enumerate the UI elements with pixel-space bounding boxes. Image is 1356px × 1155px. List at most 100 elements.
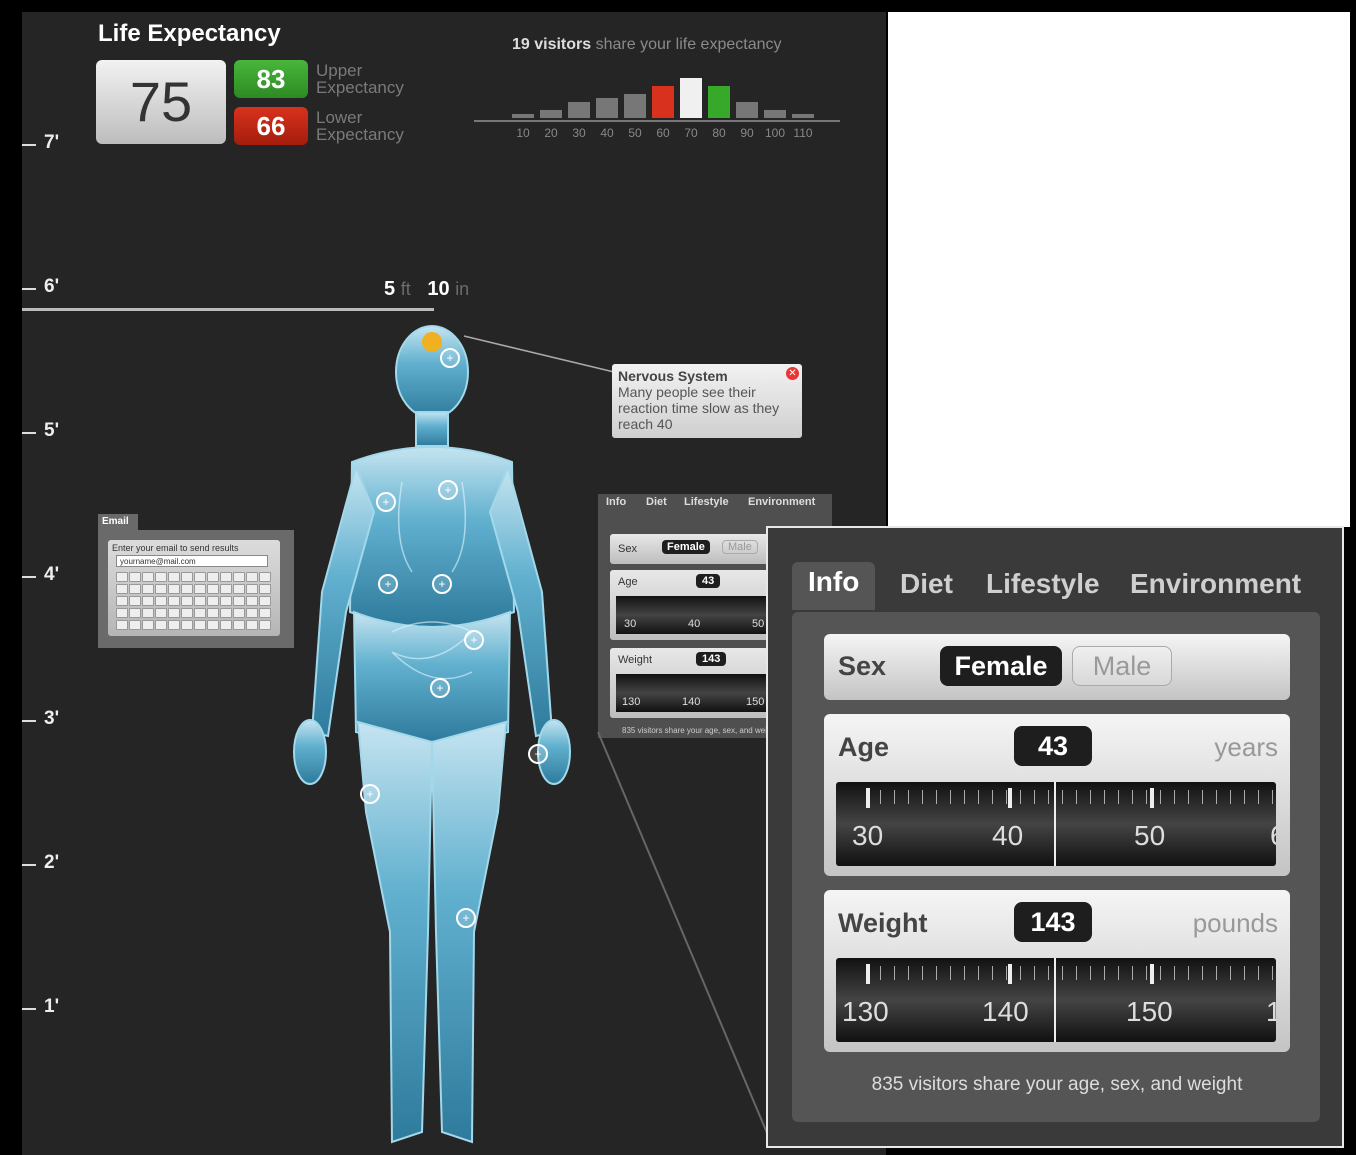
keyboard-key[interactable] — [181, 596, 193, 606]
plus-hotspot-icon[interactable]: + — [376, 492, 396, 512]
keyboard-key[interactable] — [259, 608, 271, 618]
tab-lifestyle[interactable]: Lifestyle — [684, 496, 729, 508]
keyboard-key[interactable] — [246, 608, 258, 618]
keyboard-key[interactable] — [220, 608, 232, 618]
male-toggle[interactable]: Male — [722, 540, 758, 554]
keyboard-key[interactable] — [116, 572, 128, 582]
keyboard-key[interactable] — [116, 608, 128, 618]
keyboard-key[interactable] — [233, 572, 245, 582]
keyboard-key[interactable] — [233, 620, 245, 630]
keyboard-key[interactable] — [129, 608, 141, 618]
ruler-label: 2' — [44, 852, 60, 873]
keyboard-key[interactable] — [142, 620, 154, 630]
keyboard-key[interactable] — [129, 596, 141, 606]
keyboard-key[interactable] — [233, 596, 245, 606]
tab-environment[interactable]: Environment — [748, 496, 815, 508]
plus-hotspot-icon[interactable]: + — [378, 574, 398, 594]
keyboard-key[interactable] — [181, 572, 193, 582]
keyboard-key[interactable] — [168, 596, 180, 606]
weight-slider[interactable]: 130 140 150 1 — [836, 958, 1276, 1042]
email-field[interactable]: yourname@mail.com — [116, 555, 268, 567]
keyboard-key[interactable] — [116, 620, 128, 630]
keyboard-key[interactable] — [181, 584, 193, 594]
plus-hotspot-icon[interactable]: + — [440, 348, 460, 368]
tab-info[interactable]: Info — [606, 496, 626, 508]
keyboard-key[interactable] — [142, 596, 154, 606]
keyboard-key[interactable] — [246, 572, 258, 582]
close-icon[interactable]: ✕ — [786, 367, 799, 380]
keyboard-key[interactable] — [259, 596, 271, 606]
keyboard-key[interactable] — [233, 584, 245, 594]
keyboard-key[interactable] — [142, 608, 154, 618]
tab-diet[interactable]: Diet — [646, 496, 667, 508]
keyboard-key[interactable] — [168, 572, 180, 582]
plus-hotspot-icon[interactable]: + — [432, 574, 452, 594]
female-toggle[interactable]: Female — [662, 540, 710, 554]
keyboard-key[interactable] — [259, 584, 271, 594]
age-value[interactable]: 43 — [696, 574, 721, 588]
keyboard-key[interactable] — [246, 596, 258, 606]
keyboard-icon[interactable] — [116, 572, 272, 632]
plus-hotspot-icon[interactable]: + — [430, 678, 450, 698]
keyboard-key[interactable] — [259, 572, 271, 582]
keyboard-key[interactable] — [155, 608, 167, 618]
tab-info[interactable]: Info — [792, 562, 876, 610]
weight-value[interactable]: 143 — [1014, 902, 1092, 942]
scale-minor-tick — [950, 790, 951, 804]
keyboard-key[interactable] — [129, 572, 141, 582]
keyboard-key[interactable] — [220, 584, 232, 594]
plus-hotspot-icon[interactable]: + — [456, 908, 476, 928]
keyboard-key[interactable] — [168, 608, 180, 618]
keyboard-key[interactable] — [142, 584, 154, 594]
keyboard-key[interactable] — [220, 596, 232, 606]
keyboard-key[interactable] — [194, 596, 206, 606]
keyboard-key[interactable] — [155, 584, 167, 594]
keyboard-key[interactable] — [116, 596, 128, 606]
plus-hotspot-icon[interactable]: + — [438, 480, 458, 500]
keyboard-key[interactable] — [129, 620, 141, 630]
age-value[interactable]: 43 — [1014, 726, 1092, 766]
life-expectancy-value: 75 — [96, 60, 226, 144]
keyboard-key[interactable] — [194, 608, 206, 618]
keyboard-key[interactable] — [207, 572, 219, 582]
keyboard-key[interactable] — [142, 572, 154, 582]
tab-diet[interactable]: Diet — [900, 568, 953, 600]
keyboard-key[interactable] — [194, 620, 206, 630]
keyboard-key[interactable] — [155, 572, 167, 582]
keyboard-key[interactable] — [246, 584, 258, 594]
keyboard-key[interactable] — [194, 584, 206, 594]
keyboard-key[interactable] — [129, 584, 141, 594]
keyboard-key[interactable] — [168, 620, 180, 630]
keyboard-key[interactable] — [207, 608, 219, 618]
keyboard-key[interactable] — [207, 584, 219, 594]
keyboard-key[interactable] — [155, 620, 167, 630]
female-toggle[interactable]: Female — [940, 646, 1062, 686]
keyboard-key[interactable] — [116, 584, 128, 594]
plus-hotspot-icon[interactable]: + — [528, 744, 548, 764]
height-marker-line[interactable] — [22, 308, 434, 311]
tab-lifestyle[interactable]: Lifestyle — [986, 568, 1100, 600]
zoom-connector — [597, 731, 771, 1141]
keyboard-key[interactable] — [220, 572, 232, 582]
scale-minor-tick — [1160, 790, 1161, 804]
male-toggle[interactable]: Male — [1072, 646, 1172, 686]
keyboard-key[interactable] — [220, 620, 232, 630]
slider-pointer[interactable] — [1054, 782, 1056, 866]
email-tab[interactable]: Email — [98, 514, 138, 530]
keyboard-key[interactable] — [155, 596, 167, 606]
keyboard-key[interactable] — [207, 620, 219, 630]
tab-environment[interactable]: Environment — [1130, 568, 1301, 600]
keyboard-key[interactable] — [181, 620, 193, 630]
slider-pointer[interactable] — [1054, 958, 1056, 1042]
keyboard-key[interactable] — [194, 572, 206, 582]
plus-hotspot-icon[interactable]: + — [360, 784, 380, 804]
plus-hotspot-icon[interactable]: + — [464, 630, 484, 650]
weight-value[interactable]: 143 — [696, 652, 727, 666]
age-slider[interactable]: 30 40 50 6 — [836, 782, 1276, 866]
keyboard-key[interactable] — [168, 584, 180, 594]
keyboard-key[interactable] — [233, 608, 245, 618]
keyboard-key[interactable] — [259, 620, 271, 630]
keyboard-key[interactable] — [181, 608, 193, 618]
keyboard-key[interactable] — [246, 620, 258, 630]
keyboard-key[interactable] — [207, 596, 219, 606]
